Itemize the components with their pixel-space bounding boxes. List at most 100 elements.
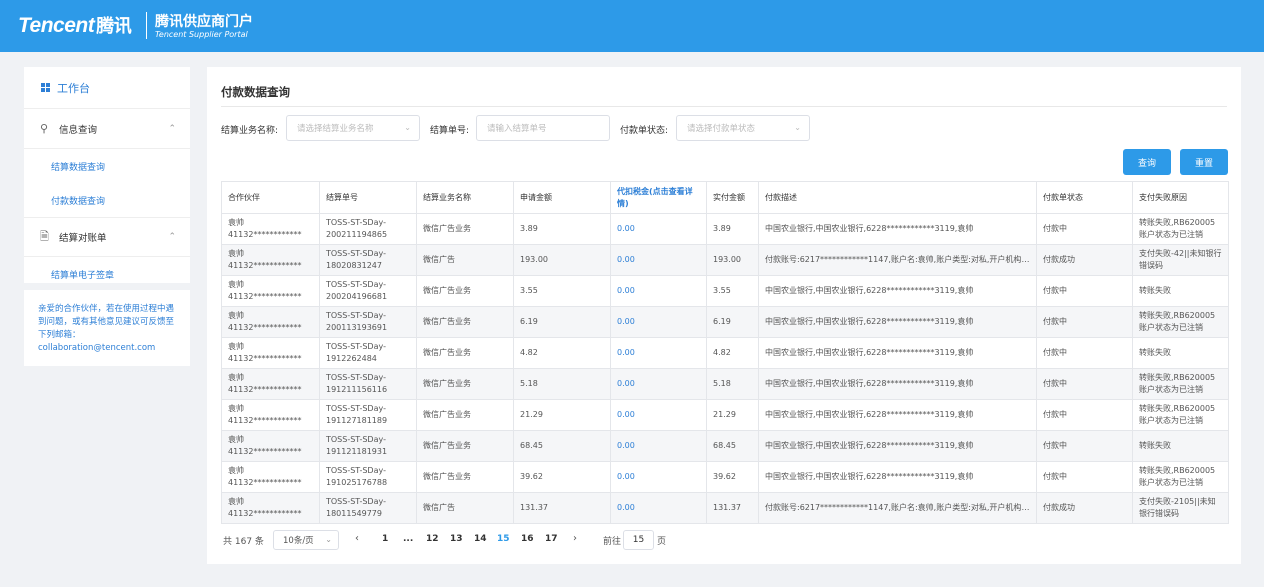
cell-order-no: TOSS-ST-SDay-1912262484 [319, 337, 417, 369]
cell-status: 付款中 [1036, 461, 1133, 493]
cell-status: 付款成功 [1036, 492, 1133, 524]
cell-apply-amount: 3.89 [513, 213, 611, 245]
cell-fail-reason: 支付失败-42||未知银行错误码 [1132, 244, 1229, 276]
cell-withheld-tax[interactable]: 0.00 [610, 368, 707, 400]
cell-apply-amount: 39.62 [513, 461, 611, 493]
total-count: 共 167 条 [223, 537, 264, 547]
query-button[interactable]: 查询 [1123, 149, 1171, 175]
table-header-row: 合作伙伴 结算单号 结算业务名称 申请金额 代扣税金(点击查看详情) 实付金额 … [221, 181, 1229, 214]
cell-withheld-tax[interactable]: 0.00 [610, 337, 707, 369]
cell-withheld-tax[interactable]: 0.00 [610, 461, 707, 493]
business-select[interactable]: 请选择结算业务名称 ⌄ [286, 115, 420, 141]
cell-business: 微信广告业务 [416, 430, 514, 462]
cell-order-no: TOSS-ST-SDay-200211194865 [319, 213, 417, 245]
cell-business: 微信广告业务 [416, 368, 514, 400]
cell-paid-amount: 39.62 [706, 461, 759, 493]
cell-description: 付款账号:6217************1147,账户名:袁帅,账户类型:对私… [758, 244, 1037, 276]
cell-order-no: TOSS-ST-SDay-191025176788 [319, 461, 417, 493]
cell-withheld-tax[interactable]: 0.00 [610, 492, 707, 524]
cell-withheld-tax[interactable]: 0.00 [610, 275, 707, 307]
page-link[interactable]: 12 [426, 534, 439, 544]
cell-description: 中国农业银行,中国农业银行,6228************3119,袁帅 [758, 399, 1037, 431]
cell-status: 付款中 [1036, 368, 1133, 400]
cell-fail-reason: 转账失败 [1132, 430, 1229, 462]
page-ellipsis[interactable]: ... [403, 534, 413, 544]
notice-text: 亲爱的合作伙伴，若在使用过程中遇到问题，或有其他意见建议可反馈至下列邮箱： [38, 304, 175, 340]
cell-status: 付款中 [1036, 213, 1133, 245]
table-row: 袁帅41132************ TOSS-ST-SDay-18011549… [221, 492, 1229, 524]
page-link-current[interactable]: 15 [497, 534, 510, 544]
sidebar-item-e-signature[interactable]: 结算单电子签章 [24, 257, 190, 291]
search-icon: ⚲ [40, 122, 49, 135]
goto-unit: 页 [657, 537, 667, 547]
prev-page-icon[interactable]: ‹ [355, 533, 359, 544]
cell-withheld-tax[interactable]: 0.00 [610, 244, 707, 276]
reset-button[interactable]: 重置 [1180, 149, 1228, 175]
chevron-down-icon: ⌄ [794, 123, 801, 132]
page-link[interactable]: 17 [545, 534, 558, 544]
goto-page-input[interactable]: 15 [623, 530, 654, 550]
col-status: 付款单状态 [1036, 181, 1133, 214]
next-page-icon[interactable]: › [573, 533, 577, 544]
page-size-select[interactable]: 10条/页 ⌄ [273, 530, 339, 550]
cell-status: 付款成功 [1036, 244, 1133, 276]
cell-business: 微信广告 [416, 244, 514, 276]
sidebar-item-workbench[interactable]: 工作台 [24, 67, 190, 109]
chevron-up-icon: ⌃ [168, 123, 176, 134]
col-description: 付款描述 [758, 181, 1037, 214]
status-select[interactable]: 请选择付款单状态 ⌄ [676, 115, 810, 141]
cell-business: 微信广告业务 [416, 337, 514, 369]
sidebar-item-settlement-query[interactable]: 结算数据查询 [24, 149, 190, 183]
page-link[interactable]: 14 [474, 534, 487, 544]
cell-withheld-tax[interactable]: 0.00 [610, 430, 707, 462]
sidebar: 工作台 ⚲ 信息查询 ⌃ 结算数据查询 付款数据查询 🗎 结算对账单 ⌃ 结算单… [24, 67, 190, 283]
cell-partner: 袁帅41132************ [221, 213, 320, 245]
cell-fail-reason: 转账失败,RB620005账户状态为已注销 [1132, 306, 1229, 338]
grid-icon [41, 83, 50, 92]
cell-business: 微信广告业务 [416, 213, 514, 245]
cell-order-no: TOSS-ST-SDay-200113193691 [319, 306, 417, 338]
cell-withheld-tax[interactable]: 0.00 [610, 306, 707, 338]
sidebar-group-info-query[interactable]: ⚲ 信息查询 ⌃ [24, 109, 190, 149]
business-select-placeholder: 请选择结算业务名称 [297, 124, 374, 134]
sidebar-group-label: 信息查询 [59, 124, 98, 136]
notice-email[interactable]: collaboration@tencent.com [38, 343, 155, 353]
chevron-up-icon: ⌃ [168, 232, 176, 242]
cell-business: 微信广告业务 [416, 306, 514, 338]
cell-status: 付款中 [1036, 306, 1133, 338]
sidebar-group-statements[interactable]: 🗎 结算对账单 ⌃ [24, 217, 190, 257]
cell-description: 中国农业银行,中国农业银行,6228************3119,袁帅 [758, 368, 1037, 400]
cell-description: 中国农业银行,中国农业银行,6228************3119,袁帅 [758, 275, 1037, 307]
status-select-placeholder: 请选择付款单状态 [687, 124, 756, 134]
page-link[interactable]: 16 [521, 534, 534, 544]
cell-partner: 袁帅41132************ [221, 430, 320, 462]
cell-order-no: TOSS-ST-SDay-200204196681 [319, 275, 417, 307]
table-row: 袁帅41132************ TOSS-ST-SDay-19102517… [221, 461, 1229, 493]
document-icon: 🗎 [40, 229, 49, 243]
cell-status: 付款中 [1036, 275, 1133, 307]
chevron-down-icon: ⌄ [404, 123, 411, 132]
sidebar-group-label: 结算对账单 [59, 233, 107, 244]
cell-business: 微信广告业务 [416, 275, 514, 307]
sidebar-home-label: 工作台 [57, 81, 90, 95]
order-input[interactable]: 请输入结算单号 [476, 115, 610, 141]
cell-status: 付款中 [1036, 337, 1133, 369]
tencent-logo[interactable]: Tencent 腾讯 [18, 12, 132, 38]
col-withheld-tax[interactable]: 代扣税金(点击查看详情) [610, 181, 707, 214]
goto-label: 前往 [603, 537, 622, 547]
cell-business: 微信广告业务 [416, 461, 514, 493]
cell-paid-amount: 3.55 [706, 275, 759, 307]
sidebar-item-payment-query[interactable]: 付款数据查询 [24, 183, 190, 217]
cell-order-no: TOSS-ST-SDay-191127181189 [319, 399, 417, 431]
table-row: 袁帅41132************ TOSS-ST-SDay-20011319… [221, 306, 1229, 338]
portal-title: 腾讯供应商门户 [155, 14, 253, 30]
cell-withheld-tax[interactable]: 0.00 [610, 213, 707, 245]
cell-withheld-tax[interactable]: 0.00 [610, 399, 707, 431]
cell-apply-amount: 21.29 [513, 399, 611, 431]
page-link[interactable]: 1 [382, 534, 388, 544]
page-link[interactable]: 13 [450, 534, 463, 544]
payment-table: 合作伙伴 结算单号 结算业务名称 申请金额 代扣税金(点击查看详情) 实付金额 … [221, 181, 1229, 524]
cell-status: 付款中 [1036, 430, 1133, 462]
feedback-notice: 亲爱的合作伙伴，若在使用过程中遇到问题，或有其他意见建议可反馈至下列邮箱： co… [24, 290, 190, 366]
page-title: 付款数据查询 [221, 85, 290, 99]
